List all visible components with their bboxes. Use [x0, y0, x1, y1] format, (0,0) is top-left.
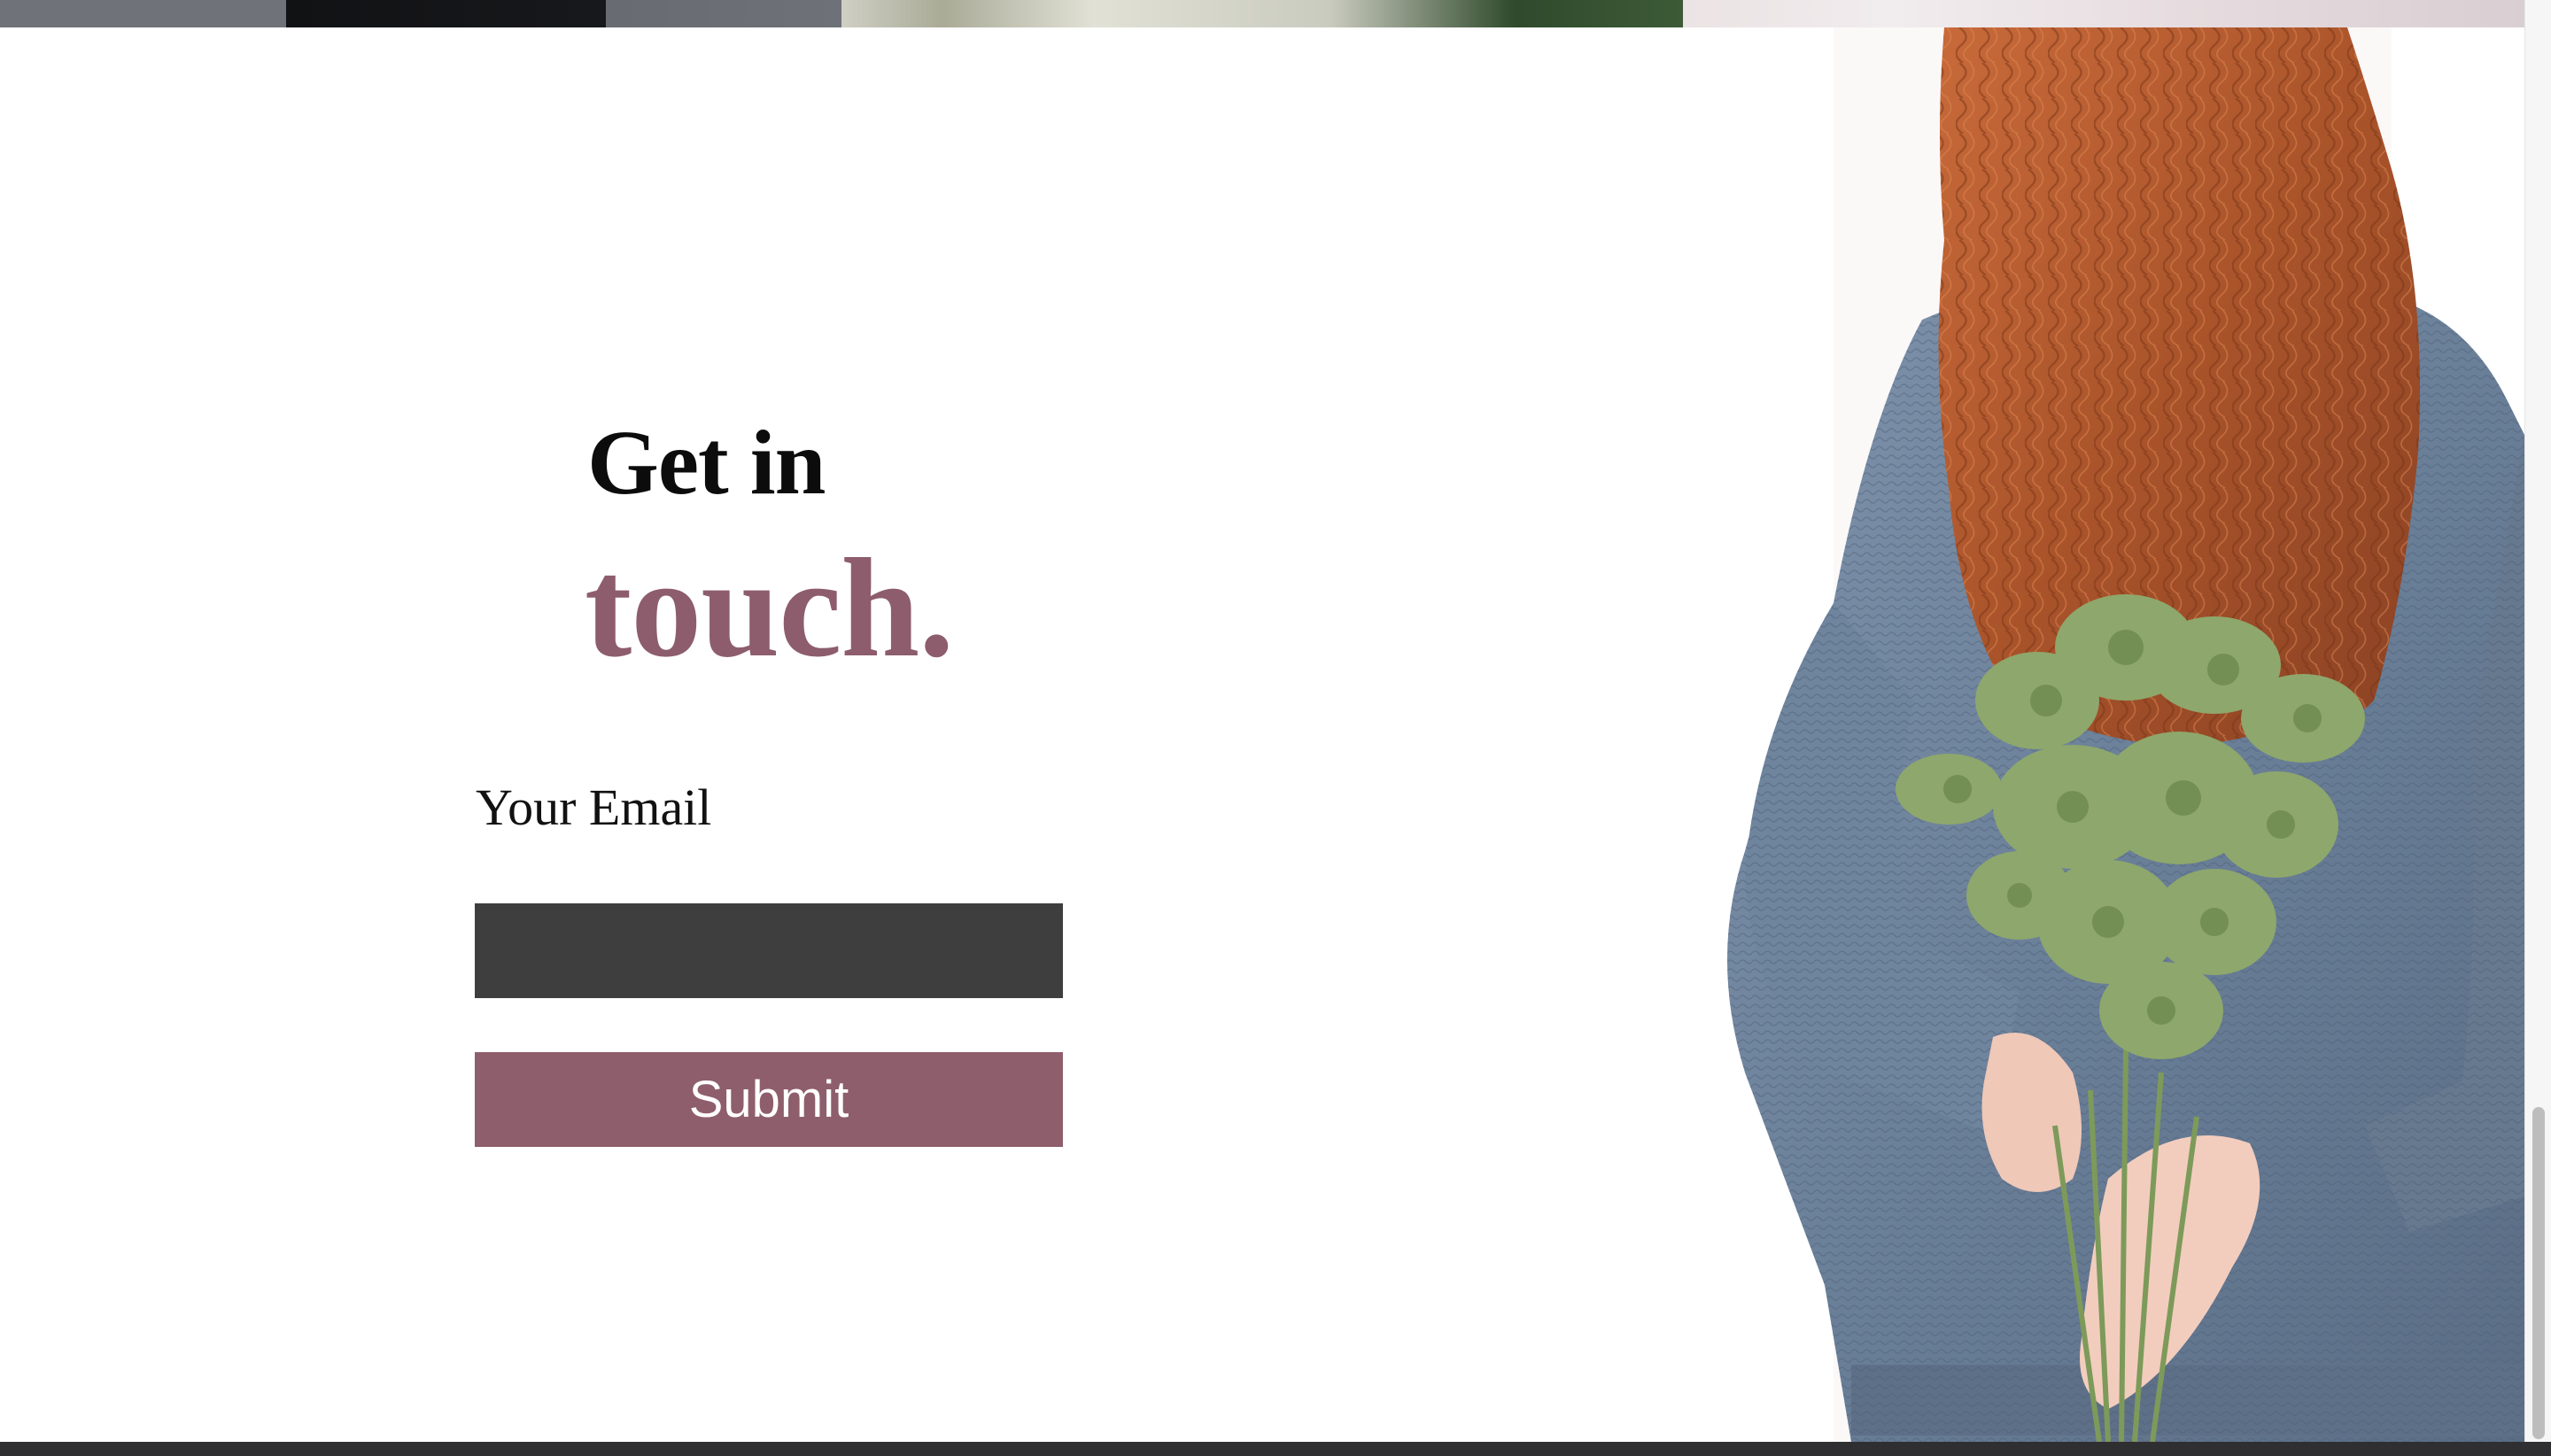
heading-touch: touch.	[585, 529, 954, 686]
gallery-image[interactable]	[841, 0, 1683, 27]
heading-get-in: Get in	[587, 412, 826, 514]
email-label: Your Email	[476, 778, 712, 836]
contact-section: Get in touch. Your Email Submit	[0, 27, 2524, 1442]
scrollbar-thumb[interactable]	[2532, 1107, 2545, 1439]
email-input[interactable]	[475, 903, 1063, 998]
gallery-strip	[0, 0, 2524, 27]
vertical-scrollbar[interactable]	[2524, 0, 2551, 1442]
gallery-image[interactable]	[0, 0, 841, 27]
woman-with-bouquet-image	[1541, 27, 2524, 1442]
page: Get in touch. Your Email Submit	[0, 0, 2551, 1456]
submit-button[interactable]: Submit	[475, 1052, 1063, 1147]
footer	[0, 1442, 2551, 1456]
gallery-image[interactable]	[1683, 0, 2524, 27]
